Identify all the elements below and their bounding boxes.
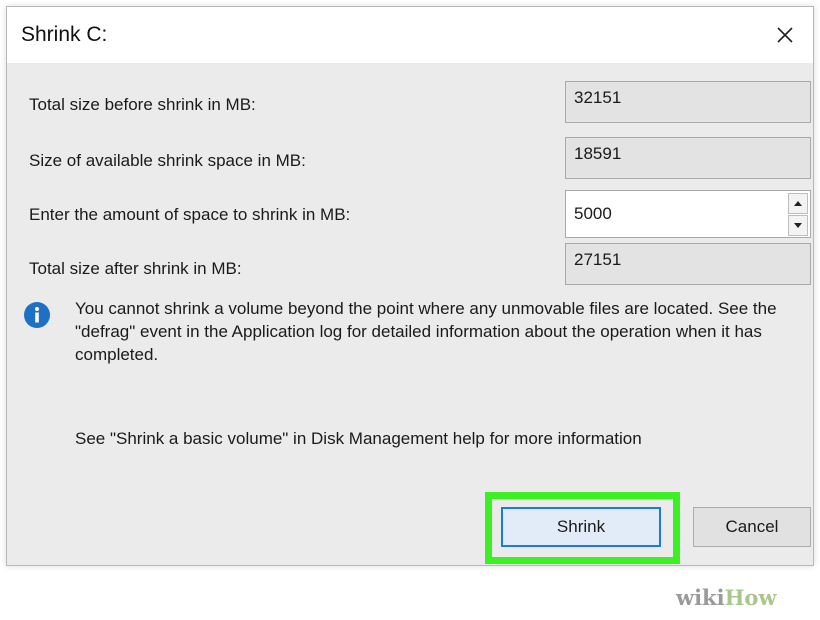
shrink-amount-input[interactable] — [566, 191, 780, 237]
title-bar: Shrink C: — [7, 7, 813, 63]
watermark-wiki: wiki — [676, 585, 725, 610]
decrement-button[interactable] — [788, 215, 808, 236]
dialog-title: Shrink C: — [21, 23, 108, 46]
arrow-up-icon — [794, 201, 802, 206]
label-total-size-before: Total size before shrink in MB: — [29, 95, 256, 114]
close-button[interactable] — [765, 15, 805, 55]
label-total-size-after: Total size after shrink in MB: — [29, 259, 242, 278]
value-available-shrink-space: 18591 — [565, 137, 811, 179]
shrink-dialog: Shrink C: Total size before shrink in MB… — [6, 6, 814, 566]
info-icon — [23, 301, 51, 329]
shrink-button[interactable]: Shrink — [501, 507, 661, 547]
value-total-size-after: 27151 — [565, 243, 811, 285]
cancel-button[interactable]: Cancel — [693, 507, 811, 547]
label-available-shrink-space: Size of available shrink space in MB: — [29, 151, 306, 170]
help-link-text: See "Shrink a basic volume" in Disk Mana… — [75, 429, 642, 448]
arrow-down-icon — [794, 223, 802, 228]
info-message: You cannot shrink a volume beyond the po… — [75, 299, 777, 364]
watermark-how: How — [724, 585, 777, 610]
increment-button[interactable] — [788, 193, 808, 214]
close-icon — [777, 27, 793, 43]
value-total-size-before: 32151 — [565, 81, 811, 123]
wikihow-watermark: wikiHow — [676, 585, 777, 610]
label-shrink-amount: Enter the amount of space to shrink in M… — [29, 205, 351, 224]
shrink-amount-stepper[interactable] — [565, 190, 811, 238]
